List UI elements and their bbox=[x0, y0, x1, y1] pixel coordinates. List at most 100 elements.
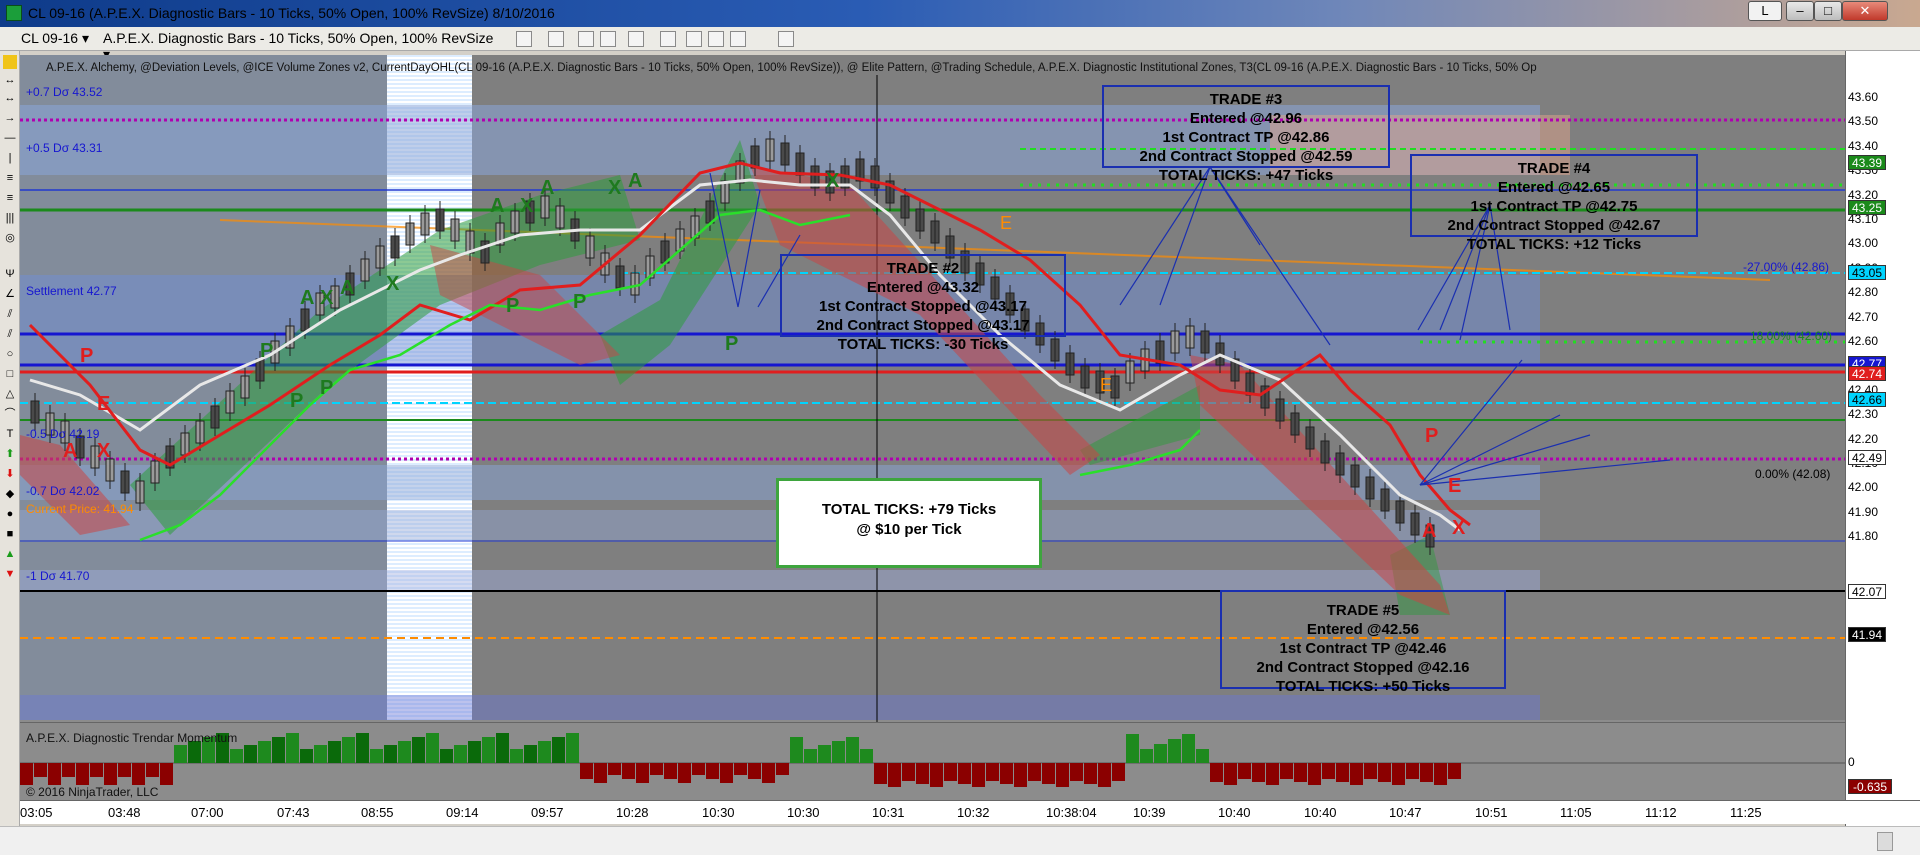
chart-type-value: A.P.E.X. Diagnostic Bars - 10 Ticks, 50%… bbox=[103, 30, 494, 46]
momentum-bar bbox=[1126, 734, 1139, 763]
properties-icon[interactable] bbox=[628, 31, 644, 47]
square-icon[interactable]: ■ bbox=[3, 527, 17, 541]
signal-a-6: A bbox=[628, 170, 643, 192]
crosshair-icon[interactable] bbox=[600, 31, 616, 47]
momentum-bar bbox=[1434, 763, 1447, 785]
momentum-histogram bbox=[20, 733, 1845, 787]
price-chart[interactable]: A.P.E.X. Alchemy, @Deviation Levels, @IC… bbox=[20, 55, 1845, 800]
signal-p-6: P bbox=[573, 291, 587, 313]
signal-x: X bbox=[97, 440, 111, 462]
time-tick: 10:51 bbox=[1475, 805, 1508, 820]
minimize-button[interactable]: – bbox=[1786, 1, 1814, 21]
gann-fan-icon[interactable]: ∠ bbox=[3, 287, 17, 301]
momentum-bar bbox=[132, 763, 145, 785]
momentum-bar bbox=[300, 749, 313, 763]
scrollbar-thumb[interactable] bbox=[1877, 832, 1893, 851]
ray-icon[interactable]: → bbox=[3, 111, 17, 125]
time-axis[interactable]: 03:05 03:48 07:00 07:43 08:55 09:14 09:57 10:28… bbox=[20, 800, 1920, 824]
arrow-line-2-icon[interactable]: ↔ bbox=[3, 91, 17, 105]
signal-a-5: A bbox=[540, 177, 555, 199]
arc-icon[interactable]: ⌒ bbox=[3, 407, 17, 421]
momentum-bar bbox=[370, 749, 383, 763]
signal-x-4: X bbox=[520, 195, 534, 217]
dev-minus07-label: -0.7 Dσ 42.02 bbox=[26, 484, 100, 498]
momentum-panel[interactable]: A.P.E.X. Diagnostic Trendar Momentum © 2… bbox=[20, 722, 1845, 800]
chart-toolbar: CL 09-16 ▾ A.P.E.X. Diagnostic Bars - 10… bbox=[0, 27, 1920, 62]
momentum-bar bbox=[720, 763, 733, 783]
instrument-value: CL 09-16 bbox=[21, 30, 79, 46]
momentum-bar bbox=[384, 745, 397, 763]
trade-5-box: TRADE #5 Entered @42.56 1st Contract TP … bbox=[1220, 590, 1506, 695]
momentum-bar bbox=[1210, 763, 1223, 782]
total-ticks-line: TOTAL TICKS: +79 Ticks bbox=[821, 501, 997, 518]
fib-retracement-icon[interactable]: ≡ bbox=[3, 171, 17, 185]
momentum-bar bbox=[762, 763, 775, 783]
close-button[interactable]: ✕ bbox=[1842, 1, 1888, 21]
momentum-bar bbox=[1112, 763, 1125, 781]
signal-a-2: A bbox=[300, 287, 315, 309]
signal-x-3: X bbox=[386, 273, 400, 295]
vertical-line-icon[interactable]: | bbox=[3, 151, 17, 165]
horizontal-scrollbar[interactable] bbox=[0, 826, 1920, 855]
fib-extension-icon[interactable]: ≡ bbox=[3, 191, 17, 205]
magic-wand-icon[interactable] bbox=[578, 31, 594, 47]
momentum-bar bbox=[412, 737, 425, 763]
trade-5-contract2: 2nd Contract Stopped @42.16 bbox=[1256, 659, 1470, 676]
arrow-down-icon[interactable]: ⬇ bbox=[3, 467, 17, 481]
trend-channel-icon[interactable]: ⫽ bbox=[3, 327, 17, 341]
time-tick: 11:05 bbox=[1560, 805, 1592, 820]
momentum-bar bbox=[482, 737, 495, 763]
triangle-icon[interactable]: △ bbox=[3, 387, 17, 401]
bars-icon[interactable] bbox=[516, 31, 532, 47]
momentum-bar bbox=[34, 763, 47, 777]
pitchfork-icon[interactable]: Ψ bbox=[3, 267, 17, 281]
momentum-title: A.P.E.X. Diagnostic Trendar Momentum bbox=[26, 731, 238, 745]
momentum-bar bbox=[20, 763, 33, 785]
momentum-bar bbox=[1294, 763, 1307, 782]
signal-p-4: P bbox=[320, 377, 334, 399]
diamond-icon[interactable]: ◆ bbox=[3, 487, 17, 501]
regression-channel-icon[interactable]: ⫽ bbox=[3, 307, 17, 321]
text-icon[interactable]: T bbox=[3, 427, 17, 441]
zoom-icon[interactable] bbox=[660, 31, 676, 47]
template-icon[interactable] bbox=[778, 31, 794, 47]
fib-time-icon[interactable]: ||| bbox=[3, 211, 17, 225]
fib-18-label: 18.00% (42.60) bbox=[1750, 329, 1833, 343]
maximize-button[interactable]: □ bbox=[1814, 1, 1842, 21]
instrument-select[interactable]: CL 09-16 ▾ bbox=[18, 29, 98, 48]
momentum-bar bbox=[1266, 763, 1279, 785]
ellipse-icon[interactable]: ○ bbox=[3, 347, 17, 361]
horizontal-line-icon[interactable]: — bbox=[3, 131, 17, 145]
momentum-bar bbox=[356, 733, 369, 763]
momentum-bar bbox=[272, 737, 285, 763]
triangle-up-icon[interactable]: ▲ bbox=[3, 547, 17, 561]
momentum-bar bbox=[426, 733, 439, 763]
momentum-bar bbox=[1308, 763, 1321, 785]
fib-circle-icon[interactable]: ◎ bbox=[3, 231, 17, 245]
link-button[interactable]: L bbox=[1748, 1, 1782, 21]
layout-icon[interactable] bbox=[686, 31, 702, 47]
app-icon bbox=[6, 5, 22, 21]
price-tag-43-25: 43.25 bbox=[1848, 200, 1886, 215]
signal-x-5: X bbox=[608, 177, 622, 199]
dot-icon[interactable]: ● bbox=[3, 507, 17, 521]
arrow-up-icon[interactable]: ⬆ bbox=[3, 447, 17, 461]
data-box-icon[interactable] bbox=[730, 31, 746, 47]
momentum-bar bbox=[916, 763, 929, 784]
momentum-bar bbox=[286, 733, 299, 763]
momentum-bar bbox=[48, 763, 61, 785]
select-tool-icon[interactable] bbox=[3, 55, 17, 69]
arrow-line-icon[interactable]: ↔ bbox=[3, 73, 17, 87]
trade-2-contract1: 1st Contract Stopped @43.17 bbox=[818, 298, 1027, 315]
rectangle-icon[interactable]: □ bbox=[3, 367, 17, 381]
split-icon[interactable] bbox=[708, 31, 724, 47]
pencil-icon[interactable] bbox=[548, 31, 564, 47]
momentum-bar bbox=[230, 749, 243, 763]
momentum-bar bbox=[160, 763, 173, 785]
trade-5-entry: Entered @42.56 bbox=[1306, 621, 1420, 638]
triangle-down-icon[interactable]: ▼ bbox=[3, 567, 17, 581]
dev-plus05-label: +0.5 Dσ 43.31 bbox=[26, 141, 103, 155]
chart-type-select[interactable]: A.P.E.X. Diagnostic Bars - 10 Ticks, 50%… bbox=[100, 29, 506, 62]
momentum-bar bbox=[1056, 763, 1069, 787]
momentum-bar bbox=[1098, 763, 1111, 787]
